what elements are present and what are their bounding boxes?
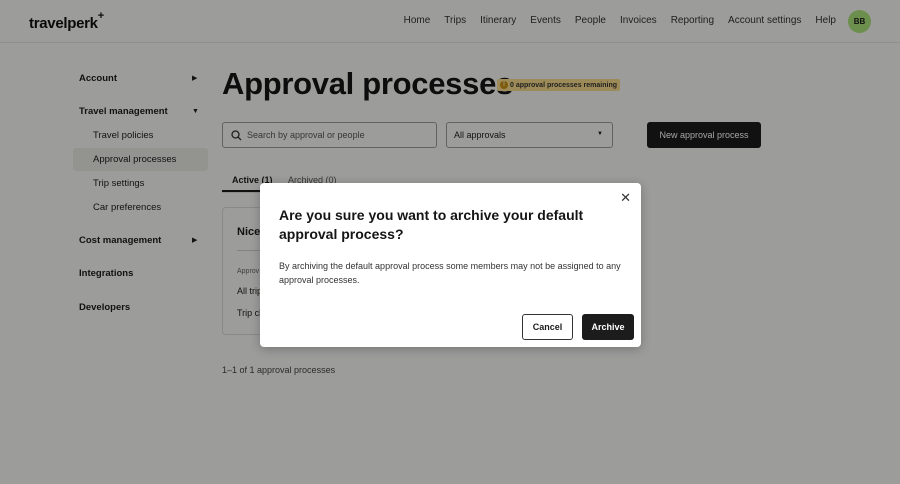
archive-confirm-dialog: ✕ Are you sure you want to archive your …	[260, 183, 641, 347]
dialog-title: Are you sure you want to archive your de…	[279, 207, 584, 242]
close-icon[interactable]: ✕	[620, 191, 631, 204]
cancel-button[interactable]: Cancel	[522, 314, 573, 340]
dialog-body: By archiving the default approval proces…	[279, 261, 621, 285]
archive-button[interactable]: Archive	[582, 314, 634, 340]
